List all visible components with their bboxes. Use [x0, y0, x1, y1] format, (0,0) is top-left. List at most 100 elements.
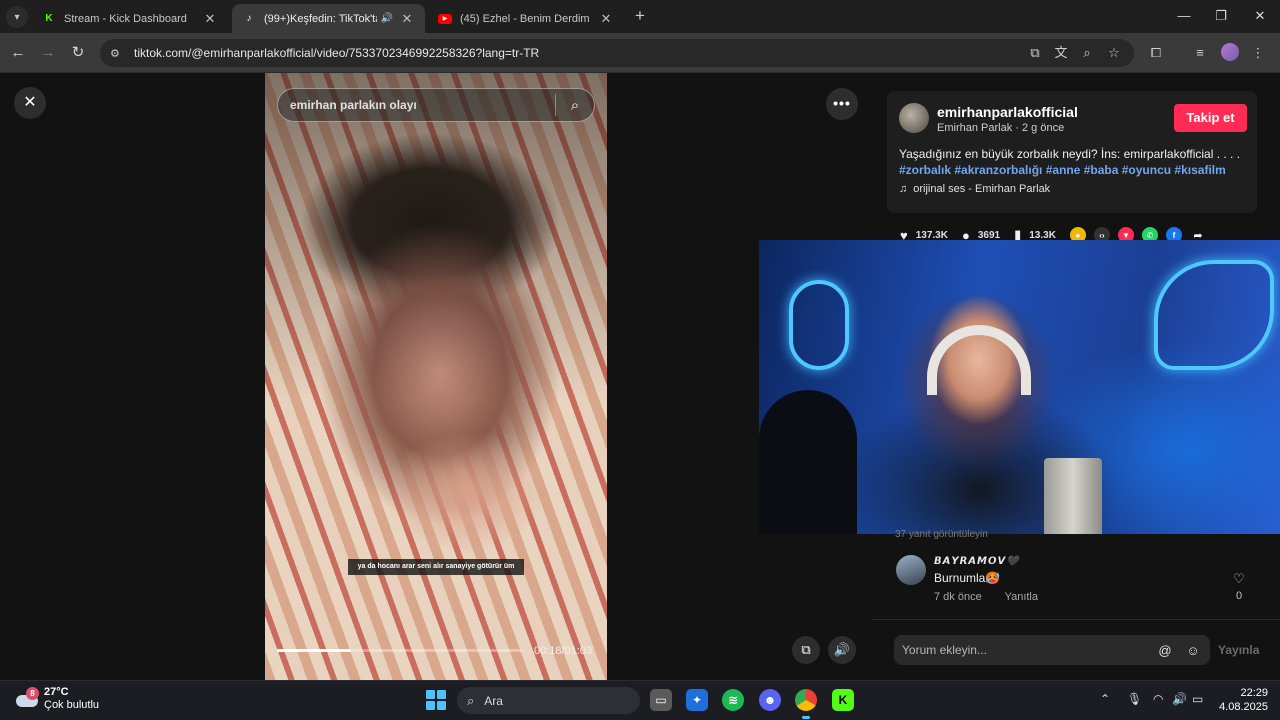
close-tab-icon[interactable]: ✕ [202, 11, 218, 27]
back-arrow-icon[interactable]: ← [7, 42, 29, 64]
windows-taskbar: 8 27°C Çok bulutlu ⌕ Ara ▭ ✦ ≋ ☻ K ⌃ 🎙 ◠… [0, 680, 1280, 720]
search-bar[interactable]: emirhan parlakın olayı ⌕ [277, 88, 595, 122]
comment-username[interactable]: 𝘽𝘼𝙔𝙍𝘼𝙈𝙊𝙑🖤 [934, 556, 1020, 567]
close-tab-icon[interactable]: ✕ [598, 11, 614, 27]
video-subtitle: ya da hocanı arar seni alır sanayiye göt… [348, 559, 524, 575]
tiktok-video-page: ✕ ya da hocanı arar seni alır sanayiye g… [0, 73, 1280, 680]
task-view-icon[interactable]: ▭ [650, 689, 672, 711]
comment-text: Burnumla🥵 [934, 571, 1001, 585]
comment-heart-icon[interactable]: ♡ [1230, 571, 1248, 587]
author-username[interactable]: emirhanparlakofficial [937, 104, 1078, 120]
window-close-icon[interactable]: ✕ [1248, 6, 1272, 26]
windows-start-icon[interactable] [426, 690, 446, 710]
tab-title: Stream - Kick Dashboard [64, 12, 187, 25]
microphone-icon[interactable]: 🎙 [1127, 692, 1142, 706]
video-description: Yaşadığınız en büyük zorbalık neydi? İns… [899, 146, 1247, 178]
mention-icon[interactable]: @ [1154, 643, 1176, 658]
discord-icon[interactable]: ☻ [759, 689, 781, 711]
floating-player-icon[interactable]: ⧉ [792, 636, 820, 664]
browser-tab-strip: ▾ K Stream - Kick Dashboard ✕ ♪ (99+)Keş… [0, 0, 1280, 33]
forward-arrow-icon[interactable]: → [37, 42, 59, 64]
author-subline: Emirhan Parlak · 2 g önce [937, 122, 1065, 134]
video-progress-bar[interactable] [277, 649, 522, 652]
taskbar-search[interactable]: ⌕ Ara [457, 687, 640, 714]
tab-search-icon[interactable]: ▾ [6, 6, 28, 28]
bookmark-star-icon[interactable]: ☆ [1104, 43, 1124, 63]
minimize-icon[interactable]: — [1172, 6, 1196, 26]
reply-link[interactable]: Yanıtla [1005, 591, 1038, 603]
video-progress-fill [277, 649, 351, 652]
tab-tiktok[interactable]: ♪ (99+)Keşfedin: TikTok'ta fav 🔊 ✕ [232, 4, 425, 33]
more-options-icon[interactable]: ••• [826, 88, 858, 120]
comment-count: 3691 [977, 229, 1001, 241]
spotify-icon[interactable]: ≋ [722, 689, 744, 711]
temperature: 27°C [44, 686, 69, 698]
avatar[interactable] [896, 555, 926, 585]
author-card: emirhanparlakofficial Emirhan Parlak · 2… [887, 91, 1257, 213]
sound-label: orijinal ses - Emirhan Parlak [913, 183, 1051, 195]
cloud-icon: 8 [14, 687, 39, 709]
url-text: tiktok.com/@emirhanparlakofficial/video/… [134, 46, 540, 60]
close-tab-icon[interactable]: ✕ [399, 11, 415, 27]
profile-avatar[interactable] [1221, 43, 1239, 61]
reload-icon[interactable]: ↻ [67, 42, 89, 64]
site-settings-icon[interactable]: ⚙ [110, 47, 124, 60]
webcam-overlay [759, 240, 1280, 534]
taskbar-clock[interactable]: 22:29 4.08.2025 [1212, 686, 1268, 714]
close-icon[interactable]: ✕ [14, 87, 46, 119]
video-player[interactable]: ya da hocanı arar seni alır sanayiye göt… [265, 73, 607, 680]
battery-icon[interactable]: ▭ [1192, 692, 1203, 706]
new-tab-plus-icon[interactable]: + [630, 6, 650, 26]
search-input[interactable]: emirhan parlakın olayı [278, 98, 555, 112]
video-time: 00:18/01:03 [534, 645, 593, 657]
search-icon: ⌕ [467, 692, 475, 708]
weather-condition: Çok bulutlu [44, 699, 100, 711]
comment-input[interactable]: Yorum ekleyin... @ ☺ [894, 635, 1210, 665]
post-comment-button[interactable]: Yayınla [1218, 643, 1259, 657]
speaker-icon[interactable]: 🔊 [1172, 692, 1187, 706]
clock-time: 22:29 [1240, 687, 1268, 699]
comment-like-count: 0 [1235, 590, 1243, 602]
clock-date: 4.08.2025 [1219, 701, 1268, 713]
tab-youtube[interactable]: ▶ (45) Ezhel - Benim Derdim (Live ✕ [428, 4, 624, 33]
cast-icon[interactable]: ⧉ [1025, 43, 1045, 63]
comment-input-placeholder[interactable]: Yorum ekleyin... [902, 643, 1154, 657]
view-replies-partial[interactable]: 37 yanıt görüntüleyin [895, 529, 988, 540]
weather-badge: 8 [26, 687, 39, 700]
media-controls-icon[interactable]: ≡ [1190, 43, 1210, 63]
tab-kick-dashboard[interactable]: K Stream - Kick Dashboard ✕ [32, 4, 228, 33]
music-note-icon: ♫ [899, 183, 908, 195]
tab-title: (99+)Keşfedin: TikTok'ta fav [264, 12, 377, 25]
taskbar-search-label: Ara [484, 693, 503, 708]
post-age: 2 g önce [1022, 122, 1065, 134]
tab-title: (45) Ezhel - Benim Derdim (Live [460, 12, 592, 25]
extensions-puzzle-icon[interactable]: ⧠ [1146, 43, 1166, 63]
wifi-icon[interactable]: ◠ [1153, 692, 1163, 706]
zoom-icon[interactable]: ⌕ [1077, 43, 1097, 63]
sound-link[interactable]: ♫ orijinal ses - Emirhan Parlak [899, 183, 1050, 195]
youtube-icon: ▶ [438, 13, 452, 24]
translate-icon[interactable]: 文 [1051, 43, 1071, 63]
hashtags[interactable]: #zorbalık #akranzorbalığı #anne #baba #o… [899, 163, 1226, 177]
description-text: Yaşadığınız en büyük zorbalık neydi? İns… [899, 147, 1241, 161]
like-count: 137.3K [915, 229, 948, 241]
volume-icon[interactable]: 🔊 [828, 636, 856, 664]
kick-app-icon[interactable]: K [832, 689, 854, 711]
author-display-name: Emirhan Parlak [937, 122, 1013, 134]
address-bar[interactable]: ⚙ tiktok.com/@emirhanparlakofficial/vide… [100, 39, 1134, 67]
search-icon[interactable]: ⌕ [556, 97, 594, 114]
save-count: 13.3K [1029, 229, 1056, 241]
avatar[interactable] [899, 103, 929, 133]
chrome-icon[interactable] [795, 689, 817, 719]
browser-toolbar: ← → ↻ ⚙ tiktok.com/@emirhanparlakofficia… [0, 33, 1280, 73]
weather-widget[interactable]: 8 27°C Çok bulutlu [14, 686, 99, 712]
comment-time: 7 dk önce [934, 591, 982, 603]
kick-icon: K [45, 13, 53, 24]
maximize-icon[interactable]: ❐ [1209, 6, 1233, 26]
app-icon[interactable]: ✦ [686, 689, 708, 711]
show-hidden-icons-icon[interactable]: ⌃ [1100, 692, 1110, 706]
follow-button[interactable]: Takip et [1174, 104, 1247, 132]
menu-kebab-icon[interactable]: ⋮ [1248, 43, 1268, 63]
emoji-icon[interactable]: ☺ [1182, 643, 1204, 658]
audio-playing-icon[interactable]: 🔊 [381, 13, 393, 24]
